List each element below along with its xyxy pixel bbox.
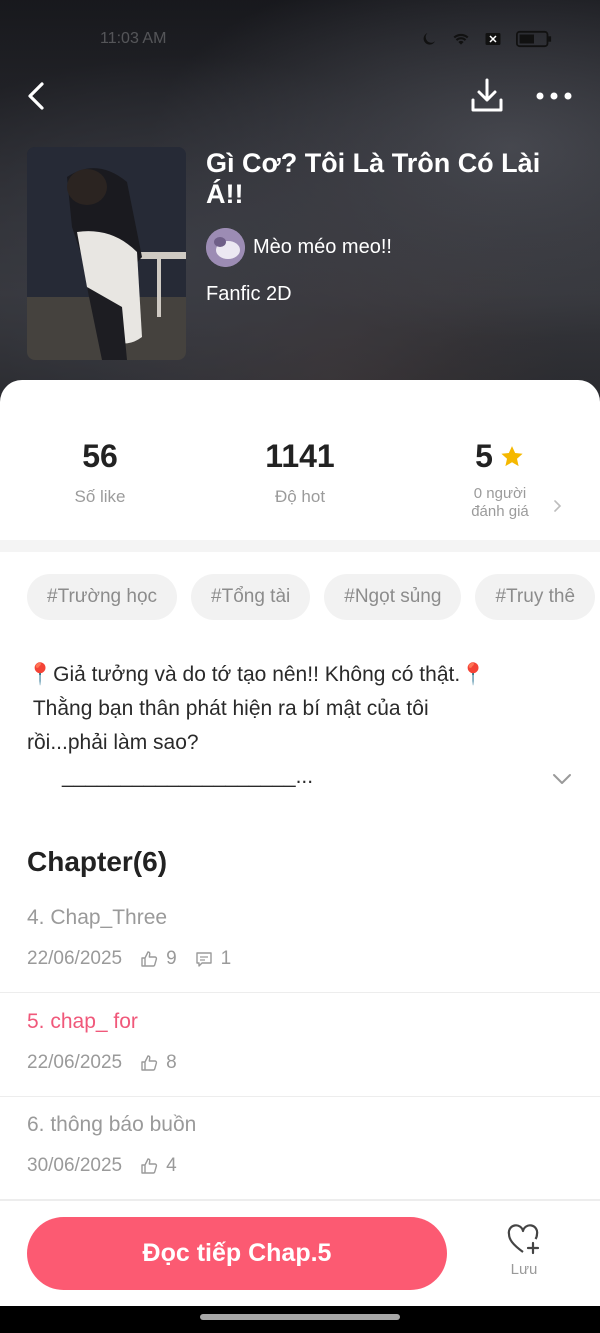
rating-label: 0 người đánh giá — [471, 485, 529, 520]
thumbs-up-icon — [141, 1055, 158, 1071]
save-label: Lưu — [510, 1261, 538, 1278]
top-nav — [0, 72, 600, 120]
chapter-item[interactable]: 6. thông báo buồn 30/06/2025 4 — [0, 1097, 600, 1200]
chevron-right-icon — [554, 500, 562, 512]
chapter-likes: 4 — [166, 1155, 177, 1176]
chapter-item[interactable]: 4. Chap_Three 22/06/2025 9 1 — [0, 890, 600, 993]
tag-chip[interactable]: #Trường học — [27, 574, 178, 620]
chapter-title: 6. thông báo buồn — [27, 1113, 197, 1136]
book-info: Gì Cơ? Tôi Là Trôn Có Lài Á!! Mèo méo me… — [206, 148, 576, 306]
book-cover — [27, 147, 186, 360]
book-description: 📍Giả tưởng và do tớ tạo nên!! Không có t… — [27, 663, 487, 788]
tag-chip[interactable]: #Tổng tài — [191, 574, 311, 620]
thumbs-up-icon — [141, 1158, 158, 1174]
hot-value: 1141 — [265, 438, 335, 474]
book-title: Gì Cơ? Tôi Là Trôn Có Lài Á!! — [206, 148, 541, 209]
chapter-title: 5. chap_ for — [27, 1010, 138, 1033]
system-nav-area — [0, 1306, 600, 1333]
continue-reading-button[interactable]: Đọc tiếp Chap.5 — [27, 1217, 447, 1290]
chapter-date: 22/06/2025 — [27, 948, 123, 969]
rating-value-row: 5 — [400, 438, 600, 475]
section-divider — [0, 540, 600, 552]
author-name: Mèo méo meo!! — [253, 236, 392, 258]
battery-icon — [516, 30, 552, 48]
stat-hot: 1141 Độ hot — [200, 438, 400, 507]
bottom-action-bar: Đọc tiếp Chap.5 Lưu — [0, 1200, 600, 1306]
more-options-button[interactable] — [532, 80, 576, 112]
likes-value: 56 — [82, 438, 118, 474]
hot-label: Độ hot — [274, 487, 326, 506]
stat-rating[interactable]: 5 0 người đánh giá — [400, 438, 600, 521]
tag-chip[interactable]: #Truy thê — [475, 574, 596, 620]
status-bar: 11:03 AM — [0, 26, 600, 56]
expand-description-button[interactable] — [551, 771, 573, 787]
likes-label: Số like — [74, 487, 126, 506]
stats-row: 56 Số like 1141 Độ hot 5 0 người đánh gi… — [0, 380, 600, 538]
thumbs-up-icon — [141, 951, 158, 967]
book-detail-sheet: 56 Số like 1141 Độ hot 5 0 người đánh gi… — [0, 380, 600, 1306]
chapter-date: 22/06/2025 — [27, 1052, 123, 1073]
back-button[interactable] — [22, 78, 52, 114]
book-genre: Fanfic 2D — [206, 283, 292, 305]
status-time: 11:03 AM — [100, 30, 167, 47]
status-icons — [418, 30, 554, 48]
chapter-date: 30/06/2025 — [27, 1155, 123, 1176]
heart-plus-icon — [507, 1224, 540, 1255]
download-button[interactable] — [467, 76, 507, 116]
stat-likes: 56 Số like — [0, 438, 200, 507]
moon-icon — [423, 33, 435, 45]
x-box-icon — [485, 33, 501, 45]
chapter-heading: Chapter(6) — [27, 846, 168, 877]
book-header: 11:03 AM Gì Cơ? Tôi Là Trôn Có Lài Á!! M… — [0, 0, 600, 420]
chapter-meta: 22/06/2025 8 — [27, 1052, 177, 1074]
comment-icon — [195, 952, 212, 967]
tag-chip[interactable]: #Ngọt sủng — [324, 574, 462, 620]
star-icon — [501, 445, 523, 466]
tag-list: #Trường học #Tổng tài #Ngọt sủng #Truy t… — [27, 574, 596, 620]
rating-value: 5 — [475, 438, 493, 474]
cover-image — [27, 147, 186, 360]
chapter-comments: 1 — [220, 948, 232, 969]
chapter-likes: 8 — [166, 1052, 177, 1073]
wifi-icon — [453, 33, 469, 45]
chapter-likes: 9 — [166, 948, 177, 969]
save-button[interactable]: Lưu — [490, 1223, 558, 1293]
author-link[interactable]: Mèo méo meo!! — [206, 228, 576, 267]
author-avatar — [206, 228, 245, 267]
chapter-meta: 30/06/2025 4 — [27, 1155, 177, 1177]
chapter-meta: 22/06/2025 9 1 — [27, 948, 231, 970]
chapter-title: 4. Chap_Three — [27, 906, 168, 929]
chapter-item[interactable]: 5. chap_ for 22/06/2025 8 — [0, 994, 600, 1097]
home-indicator[interactable] — [200, 1314, 400, 1320]
